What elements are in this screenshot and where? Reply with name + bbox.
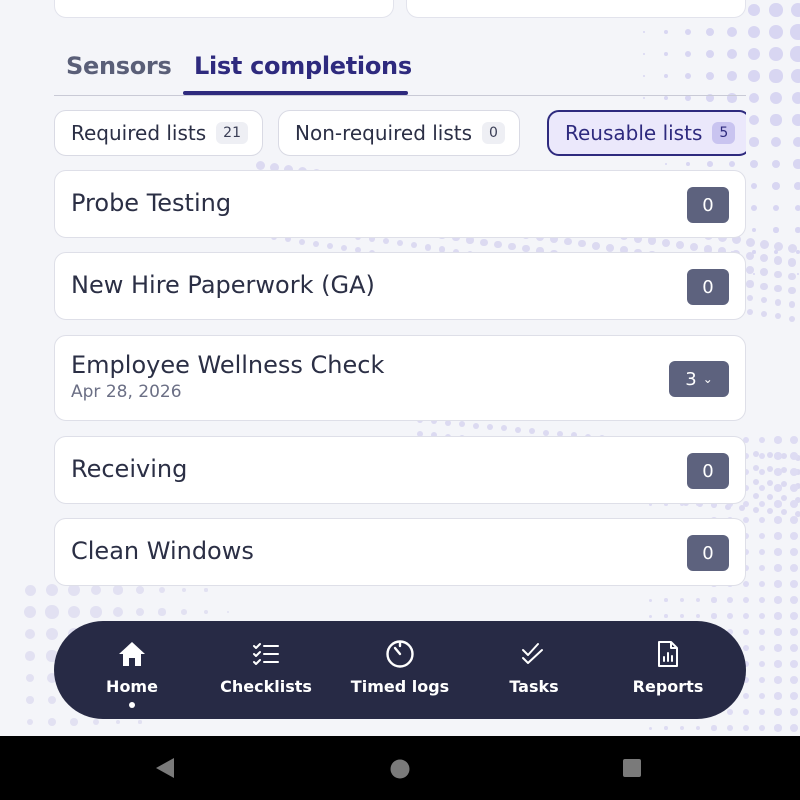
- chip-required-lists[interactable]: Required lists 21: [54, 110, 263, 156]
- nav-label: Checklists: [220, 677, 312, 696]
- nav-reports[interactable]: Reports: [601, 621, 735, 719]
- tab-list-completions[interactable]: List completions: [194, 36, 412, 96]
- top-card-right: [406, 0, 746, 18]
- checklist-icon: [252, 639, 280, 669]
- filter-chips: Required lists 21 Non-required lists 0 R…: [54, 110, 746, 158]
- count-dropdown-badge[interactable]: 3 ⌄: [669, 361, 729, 397]
- list-item-employee-wellness-check[interactable]: Employee Wellness Check Apr 28, 2026 3 ⌄: [54, 335, 746, 421]
- bottom-navigation: Home Checklists Timed logs Tasks Reports: [54, 621, 746, 719]
- timer-icon: [385, 639, 415, 669]
- nav-home[interactable]: Home: [65, 621, 199, 719]
- chip-reusable-lists[interactable]: Reusable lists 5: [547, 110, 746, 156]
- tab-sensors[interactable]: Sensors: [66, 36, 172, 96]
- list-item-title: Receiving: [71, 455, 188, 483]
- top-card-left: [54, 0, 394, 18]
- system-navigation-bar: [0, 736, 800, 800]
- count-badge: 0: [687, 453, 729, 489]
- chevron-down-icon: ⌄: [702, 372, 713, 386]
- chip-label: Reusable lists: [565, 121, 703, 145]
- list-item-clean-windows[interactable]: Clean Windows 0: [54, 518, 746, 586]
- nav-label: Tasks: [509, 677, 559, 696]
- recents-square-icon[interactable]: [622, 758, 642, 782]
- count-value: 3: [685, 368, 697, 390]
- list-item-title: New Hire Paperwork (GA): [71, 271, 375, 299]
- nav-label: Timed logs: [350, 677, 450, 696]
- nav-tasks[interactable]: Tasks: [467, 621, 601, 719]
- count-badge: 0: [687, 269, 729, 305]
- list-item-title: Employee Wellness Check: [71, 351, 385, 379]
- home-circle-icon[interactable]: [389, 758, 411, 784]
- report-icon: [657, 639, 679, 669]
- chip-count: 0: [482, 122, 505, 144]
- chip-count: 5: [712, 122, 736, 144]
- list-item-probe-testing[interactable]: Probe Testing 0: [54, 170, 746, 238]
- back-triangle-icon[interactable]: [154, 756, 176, 784]
- double-check-icon: [521, 639, 547, 669]
- list-item-receiving[interactable]: Receiving 0: [54, 436, 746, 504]
- chip-non-required-lists[interactable]: Non-required lists 0: [278, 110, 520, 156]
- list-item-title: Probe Testing: [71, 189, 232, 217]
- list-item-new-hire-paperwork[interactable]: New Hire Paperwork (GA) 0: [54, 252, 746, 320]
- count-badge: 0: [687, 535, 729, 571]
- nav-label: Reports: [632, 677, 704, 696]
- chip-label: Non-required lists: [295, 121, 473, 145]
- chip-count: 21: [216, 122, 248, 144]
- count-badge: 0: [687, 187, 729, 223]
- active-indicator-dot: [129, 702, 135, 708]
- nav-timed-logs[interactable]: Timed logs: [333, 621, 467, 719]
- list-item-date: Apr 28, 2026: [71, 382, 182, 402]
- home-icon: [118, 639, 146, 669]
- nav-checklists[interactable]: Checklists: [199, 621, 333, 719]
- nav-label: Home: [106, 677, 158, 696]
- list-item-title: Clean Windows: [71, 537, 254, 565]
- chip-label: Required lists: [71, 121, 207, 145]
- active-tab-indicator: [183, 91, 408, 95]
- tab-bar: Sensors List completions: [54, 36, 746, 96]
